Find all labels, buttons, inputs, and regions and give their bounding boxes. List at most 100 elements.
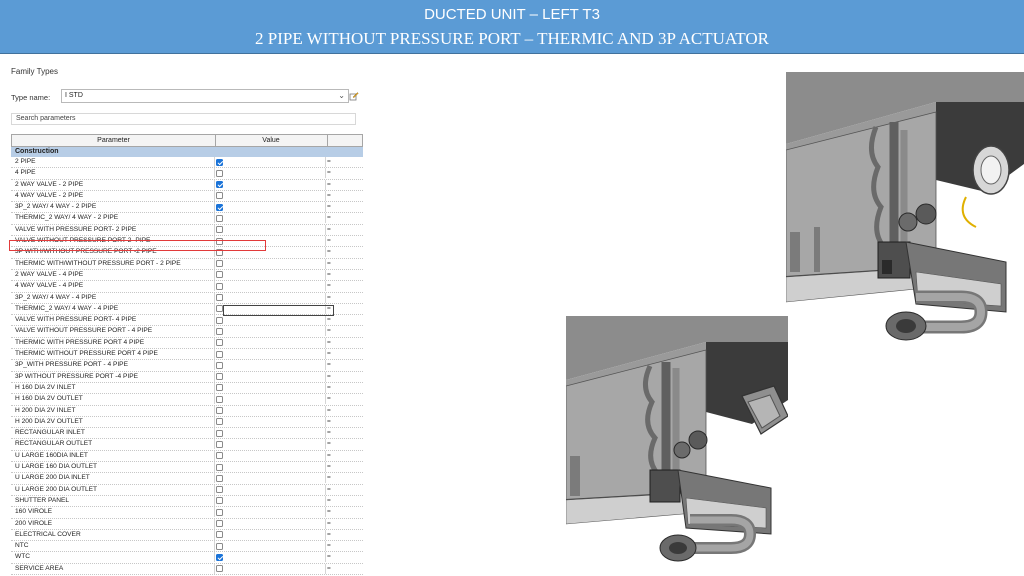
formula-cell[interactable]: =	[327, 191, 331, 201]
parameter-row[interactable]: RECTANGULAR OUTLET =	[11, 439, 363, 451]
parameter-row[interactable]: 3P_2 WAY/ 4 WAY - 2 PIPE =	[11, 202, 363, 214]
formula-cell[interactable]: =	[327, 180, 331, 190]
value-checkbox[interactable]	[216, 429, 223, 437]
parameter-row[interactable]: RECTANGULAR INLET =	[11, 428, 363, 440]
formula-cell[interactable]: =	[327, 315, 331, 325]
formula-cell[interactable]: =	[327, 552, 331, 562]
formula-cell[interactable]: =	[327, 293, 331, 303]
formula-cell[interactable]: =	[327, 462, 331, 472]
value-checkbox[interactable]	[216, 486, 223, 494]
formula-cell[interactable]: =	[327, 372, 331, 382]
parameter-row[interactable]: SERVICE AREA =	[11, 563, 363, 575]
formula-cell[interactable]: =	[327, 451, 331, 461]
formula-cell[interactable]: =	[327, 213, 331, 223]
value-checkbox[interactable]	[216, 440, 223, 448]
parameter-row[interactable]: THERMIC WITHOUT PRESSURE PORT 4 PIPE =	[11, 349, 363, 361]
value-checkbox[interactable]	[216, 226, 223, 234]
formula-cell[interactable]: =	[327, 202, 331, 212]
value-checkbox[interactable]	[216, 497, 223, 505]
formula-cell[interactable]: =	[327, 247, 331, 257]
value-checkbox[interactable]	[216, 203, 223, 211]
value-checkbox[interactable]	[216, 463, 223, 471]
parameter-row[interactable]: U LARGE 200 DIA OUTLET =	[11, 484, 363, 496]
value-checkbox[interactable]	[216, 158, 223, 166]
parameter-row[interactable]: VALVE WITH PRESSURE PORT- 2 PIPE =	[11, 224, 363, 237]
parameter-row[interactable]: THERMIC WITH/WITHOUT PRESSURE PORT - 2 P…	[11, 258, 363, 270]
edit-type-icon[interactable]	[349, 91, 359, 101]
formula-cell[interactable]: =	[327, 428, 331, 438]
value-checkbox[interactable]	[216, 520, 223, 527]
formula-cell[interactable]: =	[327, 225, 331, 235]
value-checkbox[interactable]	[216, 282, 223, 290]
column-header-value[interactable]: Value	[215, 135, 328, 146]
parameter-row[interactable]: 3P_2 WAY/ 4 WAY - 4 PIPE =	[11, 292, 363, 304]
formula-cell[interactable]: =	[327, 270, 331, 280]
formula-cell[interactable]: =	[327, 417, 331, 427]
value-checkbox[interactable]	[216, 531, 223, 539]
formula-cell[interactable]: =	[327, 541, 331, 551]
value-checkbox[interactable]	[216, 565, 223, 573]
formula-cell[interactable]: =	[327, 406, 331, 416]
parameter-row[interactable]: 3P WITHOUT PRESSURE PORT -4 PIPE =	[11, 371, 363, 383]
value-checkbox[interactable]	[216, 384, 223, 392]
formula-cell[interactable]: =	[327, 383, 331, 393]
parameter-row[interactable]: H 160 DIA 2V INLET =	[11, 382, 363, 395]
value-checkbox[interactable]	[216, 350, 223, 358]
parameter-row[interactable]: 2 WAY VALVE - 2 PIPE =	[11, 179, 363, 191]
formula-cell[interactable]: =	[327, 168, 331, 178]
group-header-construction[interactable]: Construction	[11, 147, 363, 157]
parameter-row[interactable]: 2 PIPE =	[11, 157, 363, 169]
parameter-row[interactable]: H 160 DIA 2V OUTLET =	[11, 394, 363, 406]
value-checkbox[interactable]	[216, 316, 223, 324]
value-checkbox[interactable]	[216, 361, 223, 369]
value-checkbox[interactable]	[216, 214, 223, 222]
parameter-row[interactable]: H 200 DIA 2V OUTLET =	[11, 416, 363, 429]
formula-cell[interactable]: =	[327, 439, 331, 449]
formula-cell[interactable]: =	[327, 157, 331, 167]
value-checkbox[interactable]	[216, 327, 223, 335]
parameter-row[interactable]: 4 PIPE =	[11, 168, 363, 180]
value-checkbox[interactable]	[216, 271, 223, 279]
formula-cell[interactable]: =	[327, 507, 331, 517]
parameter-row[interactable]: VALVE WITHOUT PRESSURE PORT - 4 PIPE =	[11, 326, 363, 338]
value-checkbox[interactable]	[216, 294, 223, 302]
parameter-row[interactable]: 3P_WITH PRESSURE PORT - 4 PIPE =	[11, 360, 363, 372]
parameter-row[interactable]: THERMIC_2 WAY/ 4 WAY - 2 PIPE =	[11, 213, 363, 225]
parameter-row[interactable]: SHUTTER PANEL =	[11, 495, 363, 508]
search-parameters-input[interactable]: Search parameters	[11, 113, 356, 125]
value-checkbox[interactable]	[216, 339, 223, 347]
parameter-row[interactable]: U LARGE 160 DIA OUTLET =	[11, 462, 363, 474]
parameter-row[interactable]: 200 VIROLE =	[11, 518, 363, 530]
value-checkbox[interactable]	[216, 181, 223, 189]
parameter-row[interactable]: VALVE WITH PRESSURE PORT- 4 PIPE =	[11, 315, 363, 327]
formula-cell[interactable]: =	[327, 281, 331, 291]
parameter-row[interactable]: U LARGE 160DIA INLET =	[11, 450, 363, 463]
type-name-dropdown[interactable]: I STD ⌄	[61, 89, 349, 103]
formula-cell[interactable]: =	[327, 530, 331, 540]
value-checkbox[interactable]	[216, 474, 223, 482]
chevron-down-icon[interactable]: ⌄	[338, 90, 345, 102]
value-checkbox[interactable]	[216, 169, 223, 177]
value-checkbox[interactable]	[216, 407, 223, 415]
formula-cell[interactable]: =	[327, 564, 331, 574]
column-header-parameter[interactable]: Parameter	[12, 135, 216, 146]
formula-cell[interactable]: =	[327, 473, 331, 483]
formula-cell[interactable]: =	[327, 349, 331, 359]
value-checkbox[interactable]	[216, 395, 223, 403]
parameter-row[interactable]: 4 WAY VALVE - 4 PIPE =	[11, 281, 363, 293]
formula-cell[interactable]: =	[327, 496, 331, 506]
formula-cell[interactable]: =	[327, 519, 331, 529]
formula-cell[interactable]: =	[327, 360, 331, 370]
value-checkbox[interactable]	[216, 260, 223, 268]
parameter-row[interactable]: ELECTRICAL COVER =	[11, 529, 363, 542]
parameter-row[interactable]: 2 WAY VALVE - 4 PIPE =	[11, 269, 363, 282]
value-checkbox[interactable]	[216, 452, 223, 460]
formula-cell[interactable]: =	[327, 326, 331, 336]
formula-cell[interactable]: =	[327, 485, 331, 495]
parameter-row[interactable]: THERMIC WITH PRESSURE PORT 4 PIPE =	[11, 337, 363, 350]
parameter-row[interactable]: H 200 DIA 2V INLET =	[11, 405, 363, 417]
value-checkbox[interactable]	[216, 553, 223, 561]
formula-cell[interactable]: =	[327, 259, 331, 269]
parameter-row[interactable]: NTC =	[11, 541, 363, 553]
parameter-row[interactable]: 160 VIROLE =	[11, 507, 363, 519]
